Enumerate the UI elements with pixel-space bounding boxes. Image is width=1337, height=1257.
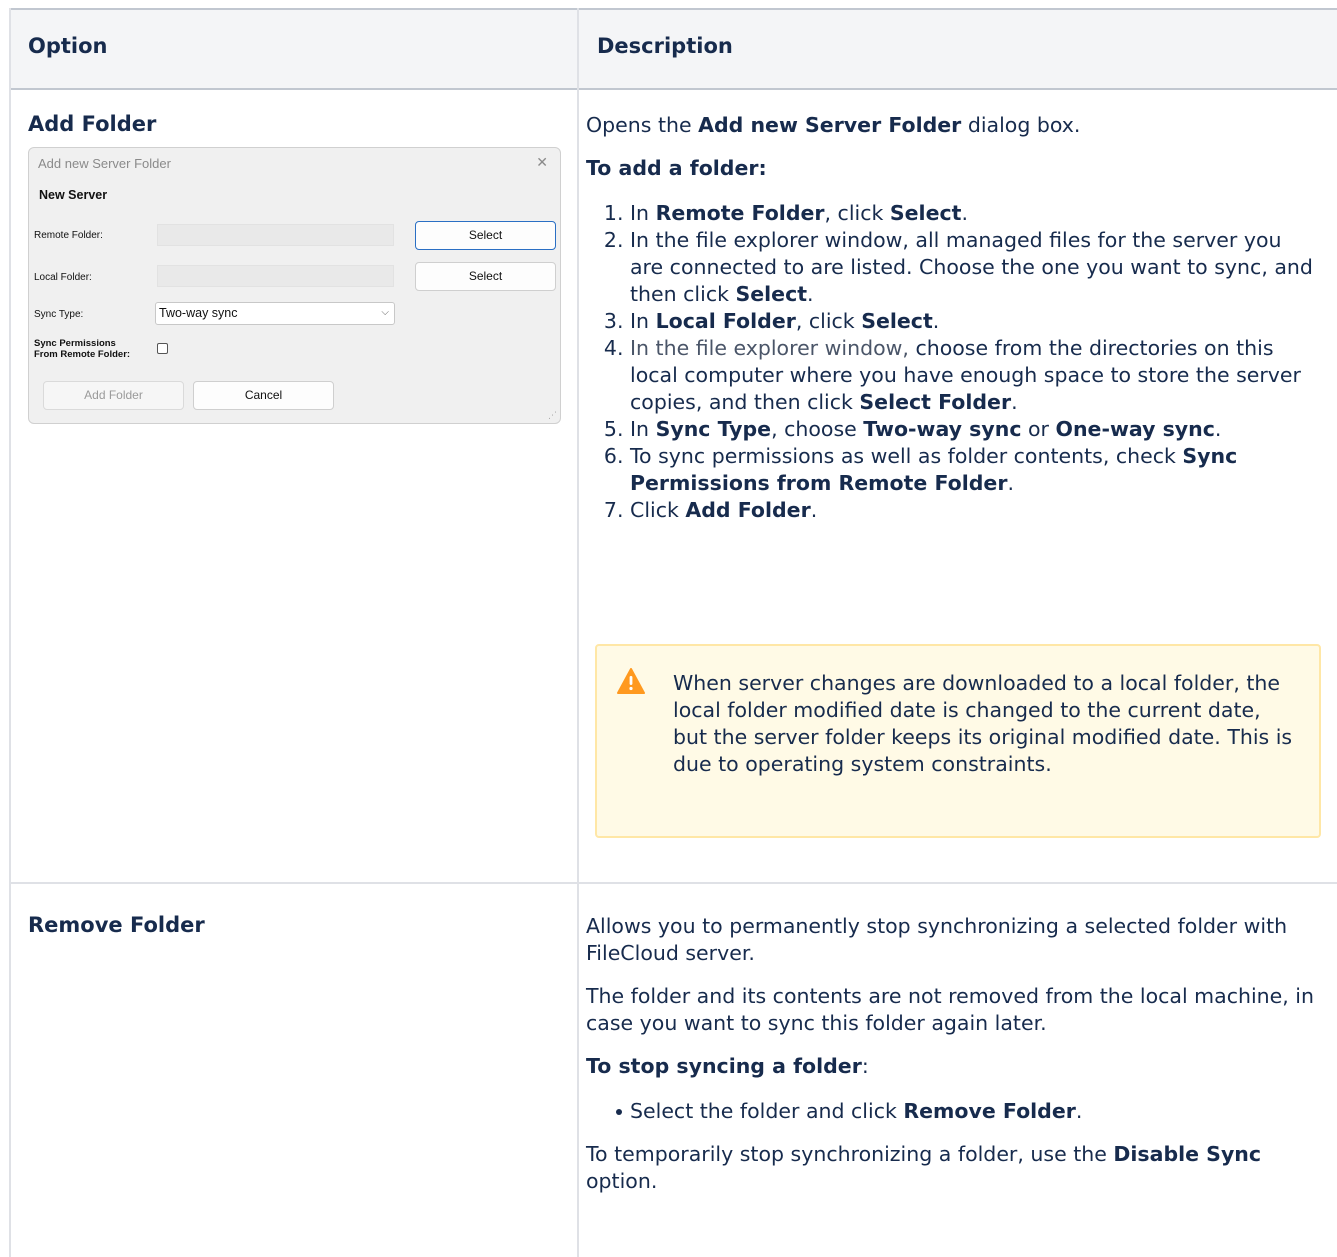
- remove-folder-p3: To temporarily stop synchronizing a fold…: [586, 1142, 1262, 1193]
- sync-type-select: Two-way sync ⌵: [155, 302, 395, 325]
- list-item: In the file explorer window, choose from…: [630, 335, 1316, 416]
- remove-folder-description: Allows you to permanently stop synchroni…: [586, 913, 1316, 1195]
- local-folder-label: Local Folder:: [34, 272, 92, 283]
- list-item: In Remote Folder, click Select.: [630, 200, 1316, 227]
- table-header-row: Option Description: [9, 8, 1337, 90]
- close-icon: ✕: [536, 154, 548, 170]
- local-select-button: Select: [415, 262, 556, 291]
- perm-label-line2: From Remote Folder:: [34, 349, 131, 360]
- remove-folder-howto: To stop syncing a folder:: [586, 1054, 869, 1078]
- perm-label-line1: Sync Permissions: [34, 338, 116, 349]
- header-option: Option: [28, 34, 108, 58]
- local-folder-field: [157, 265, 394, 287]
- chevron-down-icon: ⌵: [381, 307, 389, 318]
- remote-folder-label: Remote Folder:: [34, 230, 103, 241]
- remove-folder-p2: The folder and its contents are not remo…: [586, 984, 1314, 1035]
- table-left-border: [9, 8, 11, 1257]
- list-item: In Local Folder, click Select.: [630, 308, 1316, 335]
- list-item: In Sync Type, choose Two-way sync or One…: [630, 416, 1316, 443]
- list-item: In the file explorer window, all managed…: [630, 227, 1316, 308]
- cancel-button: Cancel: [193, 381, 334, 410]
- add-folder-intro: Opens the Add new Server Folder dialog b…: [586, 113, 1081, 137]
- sync-permissions-label: Sync Permissions From Remote Folder:: [34, 338, 130, 360]
- warning-triangle-icon: [617, 668, 645, 698]
- add-server-folder-dialog-image: Add new Server Folder ✕ New Server Remot…: [28, 147, 561, 424]
- list-item: Click Add Folder.: [630, 497, 1316, 524]
- row-divider: [9, 882, 1337, 884]
- add-folder-button: Add Folder: [43, 381, 184, 410]
- resize-grip-icon: ⋰: [548, 410, 557, 420]
- option-remove-folder: Remove Folder: [28, 913, 205, 937]
- warning-panel: When server changes are downloaded to a …: [595, 644, 1321, 838]
- sync-type-value: Two-way sync: [159, 306, 238, 320]
- add-folder-howto: To add a folder:: [586, 156, 767, 180]
- dialog-heading: New Server: [39, 188, 108, 202]
- header-description: Description: [597, 34, 733, 58]
- add-folder-description: Opens the Add new Server Folder dialog b…: [586, 112, 1316, 524]
- list-item: Select the folder and click Remove Folde…: [616, 1098, 1316, 1125]
- add-folder-steps: In Remote Folder, click Select. In the f…: [586, 200, 1316, 524]
- dialog-title: Add new Server Folder: [38, 156, 171, 171]
- remove-folder-steps: Select the folder and click Remove Folde…: [586, 1098, 1316, 1125]
- warning-text: When server changes are downloaded to a …: [673, 671, 1293, 776]
- remote-select-button: Select: [415, 221, 556, 250]
- option-add-folder: Add Folder: [28, 112, 157, 136]
- sync-type-label: Sync Type:: [34, 309, 84, 320]
- sync-permissions-checkbox: [157, 343, 168, 354]
- remote-folder-field: [157, 224, 394, 246]
- list-item: To sync permissions as well as folder co…: [630, 443, 1316, 497]
- column-divider: [577, 8, 579, 1257]
- remove-folder-p1: Allows you to permanently stop synchroni…: [586, 914, 1288, 965]
